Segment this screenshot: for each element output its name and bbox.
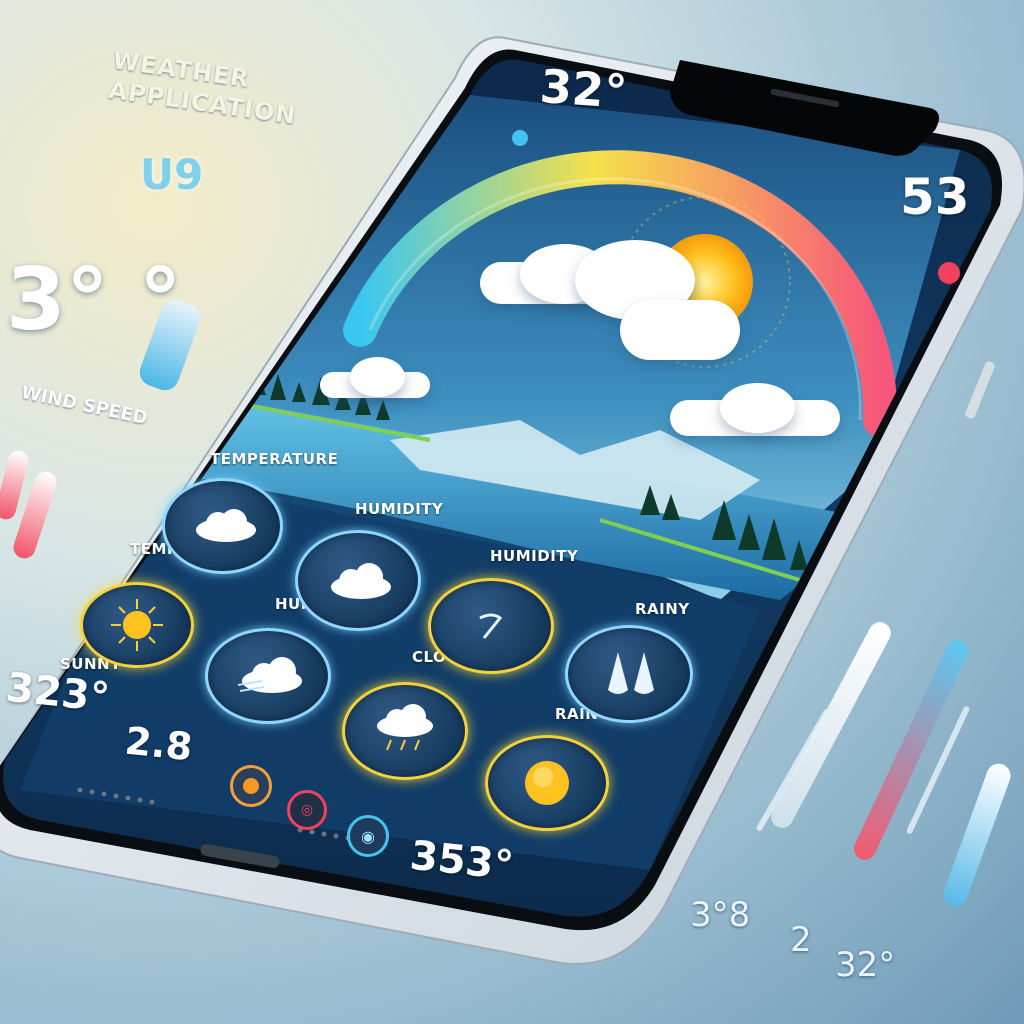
condition-button-sunny-large[interactable] (485, 735, 609, 831)
status-top-temp: 32° (538, 59, 629, 119)
status-right-value: 53 (900, 168, 970, 226)
status-dot-blue (512, 130, 528, 146)
condition-button-sunny[interactable] (80, 582, 194, 668)
condition-button-rainy[interactable] (565, 625, 693, 723)
condition-label-temperature: TEMPERATURE (210, 450, 339, 468)
sun-icon (525, 761, 569, 805)
condition-button-cloudy[interactable] (205, 628, 331, 724)
storm-cloud-icon (377, 703, 433, 750)
condition-button-temperature[interactable] (162, 478, 283, 574)
condition-button-humidity-dial[interactable] (428, 578, 554, 674)
condition-label-humidity: HUMIDITY (355, 500, 444, 518)
cloud-icon (195, 509, 256, 542)
condition-label-humidity: HUMIDITY (490, 547, 579, 565)
bottom-drop-icon[interactable]: ◉ (347, 815, 389, 857)
bottom-temp-mid: 2.8 (122, 718, 195, 770)
condition-button-humidity[interactable] (295, 530, 421, 631)
humidity-dial-icon (479, 613, 503, 639)
cloud-icon (331, 562, 391, 599)
status-dot-red (938, 262, 960, 284)
cloud-icon (237, 657, 302, 693)
condition-button-storm[interactable] (342, 682, 468, 780)
bottom-heart-icon[interactable]: ◎ (287, 790, 327, 830)
bottom-sun-icon[interactable] (230, 765, 272, 807)
condition-label-rainy: RAINY (635, 600, 690, 618)
sun-icon (111, 599, 163, 651)
raindrops-icon (608, 652, 654, 694)
